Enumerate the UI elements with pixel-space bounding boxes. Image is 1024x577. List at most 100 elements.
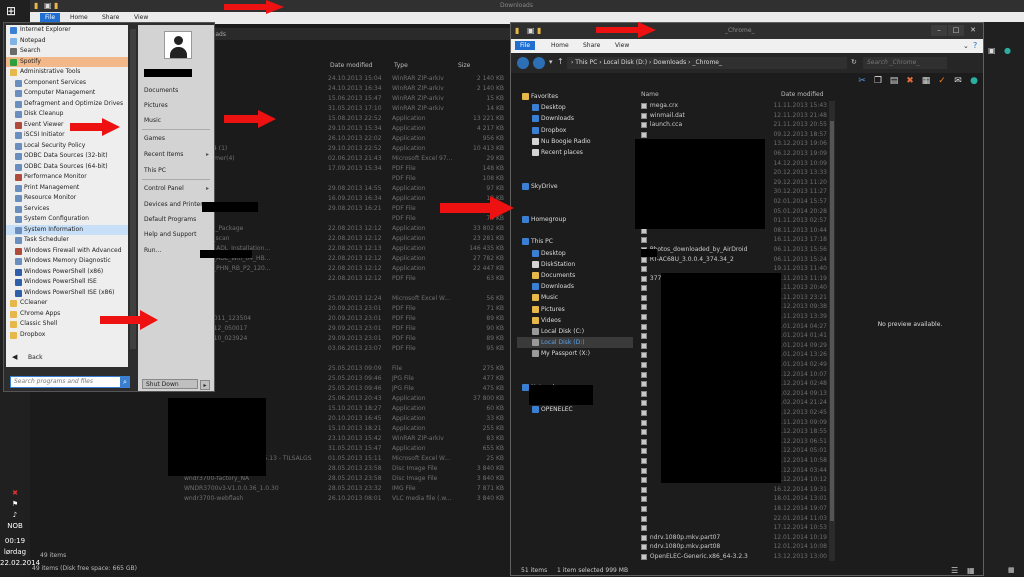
shutdown-button[interactable]: Shut Down bbox=[142, 379, 198, 389]
start-menu-item[interactable]: ODBC Data Sources (64-bit) bbox=[6, 162, 128, 173]
properties-icon[interactable]: ▣ bbox=[44, 1, 52, 10]
refresh-icon[interactable]: ↻ bbox=[851, 58, 857, 66]
start-control-panel[interactable]: Control Panel bbox=[144, 185, 184, 192]
file-row[interactable]: RT-AC68U_3.0.0.4_374.34_2 06.11.2013 15:2… bbox=[637, 255, 827, 265]
start-menu-item[interactable]: Windows PowerShell ISE bbox=[6, 277, 128, 288]
start-menu-item[interactable]: CCleaner bbox=[6, 298, 128, 309]
bg-file-row[interactable]: 5_6424.10.2013 15:04WinRAR ZIP-arkiv2 14… bbox=[184, 74, 504, 84]
nav-item[interactable]: This PC bbox=[517, 236, 633, 247]
file-row[interactable]: winmail.dat 12.11.2013 21:48 bbox=[637, 111, 827, 121]
back-button[interactable] bbox=[517, 57, 529, 69]
file-row[interactable]: ndrv.1080p.mkv.part07 12.01.2014 10:19 bbox=[637, 533, 827, 543]
start-documents[interactable]: Documents bbox=[144, 87, 178, 94]
start-music[interactable]: Music bbox=[144, 117, 161, 124]
ribbon-expand-icon[interactable]: ⌄ bbox=[963, 42, 969, 50]
bg-file-row[interactable]: 1325.09.2013 12:24Microsoft Excel W...56… bbox=[184, 294, 504, 304]
start-menu-item[interactable]: Computer Management bbox=[6, 88, 128, 99]
start-recent-items[interactable]: Recent Items bbox=[144, 151, 183, 158]
file-list-scrollbar[interactable] bbox=[829, 101, 835, 561]
start-devices-printers[interactable]: Devices and Printers bbox=[144, 201, 206, 208]
start-menu-item[interactable]: Windows PowerShell ISE (x86) bbox=[6, 288, 128, 299]
column-date-modified[interactable]: Date modified bbox=[781, 91, 824, 98]
bg-file-row[interactable]: Plugin_404 (1)29.10.2013 22:52Applicatio… bbox=[184, 144, 504, 154]
bg-file-row[interactable]: 29_05022011_123504 20.09.2013 23:01 PDF Fi… bbox=[184, 314, 504, 324]
delete-icon[interactable]: ✖ bbox=[905, 76, 915, 86]
minimize-button[interactable]: – bbox=[931, 25, 947, 36]
bg-file-row[interactable]: 1_10112010_023924 29.09.2013 23:01 PDF Fil… bbox=[184, 334, 504, 344]
close-button[interactable]: ✕ bbox=[965, 25, 981, 36]
nav-item[interactable]: Documents bbox=[517, 270, 633, 281]
nav-item[interactable]: Homegroup bbox=[517, 214, 633, 225]
nav-item[interactable]: Music bbox=[517, 292, 633, 303]
search-input[interactable]: Search _Chrome_ bbox=[863, 57, 947, 69]
start-menu-item[interactable]: Windows Firewall with Advanced bbox=[6, 246, 128, 257]
bg-file-row[interactable] bbox=[184, 284, 504, 294]
nav-item[interactable]: Desktop bbox=[517, 102, 633, 113]
bg-file-row[interactable]: s4526.10.2013 22:02Application956 KB bbox=[184, 134, 504, 144]
start-menu-item[interactable]: Notepad bbox=[6, 36, 128, 47]
column-size[interactable]: Size bbox=[458, 62, 470, 69]
tab-file[interactable]: File bbox=[515, 41, 536, 50]
file-row[interactable]: ndrv.1080p.mkv.part08 12.01.2014 10:08 bbox=[637, 542, 827, 552]
bg-file-row[interactable]: ock22.08.2013 12:12PDF File63 KB bbox=[184, 274, 504, 284]
bg-file-row[interactable]: rk_TWAIN_scan22.08.2013 12:12Application… bbox=[184, 234, 504, 244]
start-menu-item[interactable]: Internet Explorer bbox=[6, 25, 128, 36]
column-name[interactable]: Name bbox=[641, 91, 659, 98]
file-row[interactable]: 18.01.2014 13:01 bbox=[637, 494, 827, 504]
nav-item[interactable]: SkyDrive bbox=[517, 181, 633, 192]
background-address-bar[interactable]: loads bbox=[170, 28, 510, 40]
bg-file-row[interactable]: 03.06.2013 23:07 PDF File 95 KB bbox=[184, 344, 504, 354]
start-this-pc[interactable]: This PC bbox=[144, 167, 166, 174]
copy-icon[interactable]: ❐ bbox=[873, 76, 883, 86]
bg-file-row[interactable]: PDF File 108 KB bbox=[184, 174, 504, 184]
checkmark-icon[interactable]: ✓ bbox=[937, 76, 947, 86]
nav-item[interactable]: Nu Boogie Radio bbox=[517, 136, 633, 147]
nav-item[interactable]: DiskStation bbox=[517, 259, 633, 270]
windows-start-icon[interactable]: ⊞ bbox=[6, 4, 22, 20]
bg-file-row[interactable]: _6424.10.2013 16:34WinRAR ZIP-arkiv2 140… bbox=[184, 84, 504, 94]
thumbnail-view-icon[interactable]: ▦ bbox=[1008, 566, 1015, 574]
start-games[interactable]: Games bbox=[144, 135, 165, 142]
file-row[interactable]: Photos_downloaded_by_AirDroid 06.11.2013 … bbox=[637, 245, 827, 255]
address-bar[interactable]: › This PC › Local Disk (D:) › Downloads … bbox=[567, 57, 847, 69]
file-row[interactable]: 09.12.2013 18:57 bbox=[637, 130, 827, 140]
bg-file-row[interactable]: 0_02122012_050017 29.09.2013 23:01 PDF Fil… bbox=[184, 324, 504, 334]
bg-file-row[interactable]: 25.05.2013 09:46 JPG File 475 KB bbox=[184, 384, 504, 394]
file-row[interactable]: 16.12.2014 19:31 bbox=[637, 485, 827, 495]
maximize-button[interactable]: □ bbox=[948, 25, 964, 36]
globe-icon[interactable]: ● bbox=[1004, 46, 1011, 55]
start-menu-item[interactable]: Administrative Tools bbox=[6, 67, 128, 78]
nav-item[interactable]: Videos bbox=[517, 315, 633, 326]
start-menu-item[interactable]: ODBC Data Sources (32-bit) bbox=[6, 151, 128, 162]
cut-icon[interactable]: ✂ bbox=[857, 76, 867, 86]
thumbnail-view-icon[interactable]: ▦ bbox=[967, 566, 975, 575]
properties-icon[interactable]: ▣ bbox=[988, 46, 996, 55]
nav-item[interactable]: Desktop bbox=[517, 248, 633, 259]
bg-file-row[interactable]: nstallation_Package22.08.2013 12:12Appli… bbox=[184, 224, 504, 234]
details-view-icon[interactable]: ☰ bbox=[951, 566, 958, 575]
action-center-icon[interactable]: ⚑ bbox=[0, 499, 30, 510]
tab-home[interactable]: Home bbox=[551, 42, 569, 49]
bg-file-row[interactable] bbox=[184, 354, 504, 364]
start-menu-item[interactable]: Component Services bbox=[6, 78, 128, 89]
start-menu-item[interactable]: Dropbox bbox=[6, 330, 128, 341]
nav-item[interactable]: Favorites bbox=[517, 91, 633, 102]
tab-share[interactable]: Share bbox=[583, 42, 600, 49]
language-indicator[interactable]: NOB bbox=[0, 521, 30, 532]
tab-view[interactable]: View bbox=[134, 14, 148, 21]
start-menu-item[interactable]: System Information bbox=[6, 224, 128, 235]
file-row[interactable]: 22.01.2014 11:03 bbox=[637, 514, 827, 524]
start-menu-item[interactable]: Search bbox=[6, 46, 128, 57]
clock-time[interactable]: 00:19 bbox=[0, 536, 30, 547]
start-menu-item[interactable]: Resource Monitor bbox=[6, 193, 128, 204]
new-folder-icon[interactable]: ▮ bbox=[54, 1, 58, 10]
nav-item[interactable]: Local Disk (C:) bbox=[517, 326, 633, 337]
bg-file-row[interactable]: 25.05.2013 09:46 JPG File 477 KB bbox=[184, 374, 504, 384]
file-row[interactable]: mega.crx 11.11.2013 15:43 bbox=[637, 101, 827, 111]
start-menu-scrollbar[interactable] bbox=[130, 29, 136, 349]
bg-file-row[interactable]: 25.05.2013 09:09 File 275 KB bbox=[184, 364, 504, 374]
start-menu-item[interactable]: System Configuration bbox=[6, 214, 128, 225]
start-menu-item[interactable]: Defragment and Optimize Drives bbox=[6, 99, 128, 110]
background-title-bar[interactable]: ▮ ▣ ▮ Downloads bbox=[30, 0, 1024, 12]
shutdown-options-icon[interactable]: ▸ bbox=[200, 380, 210, 390]
